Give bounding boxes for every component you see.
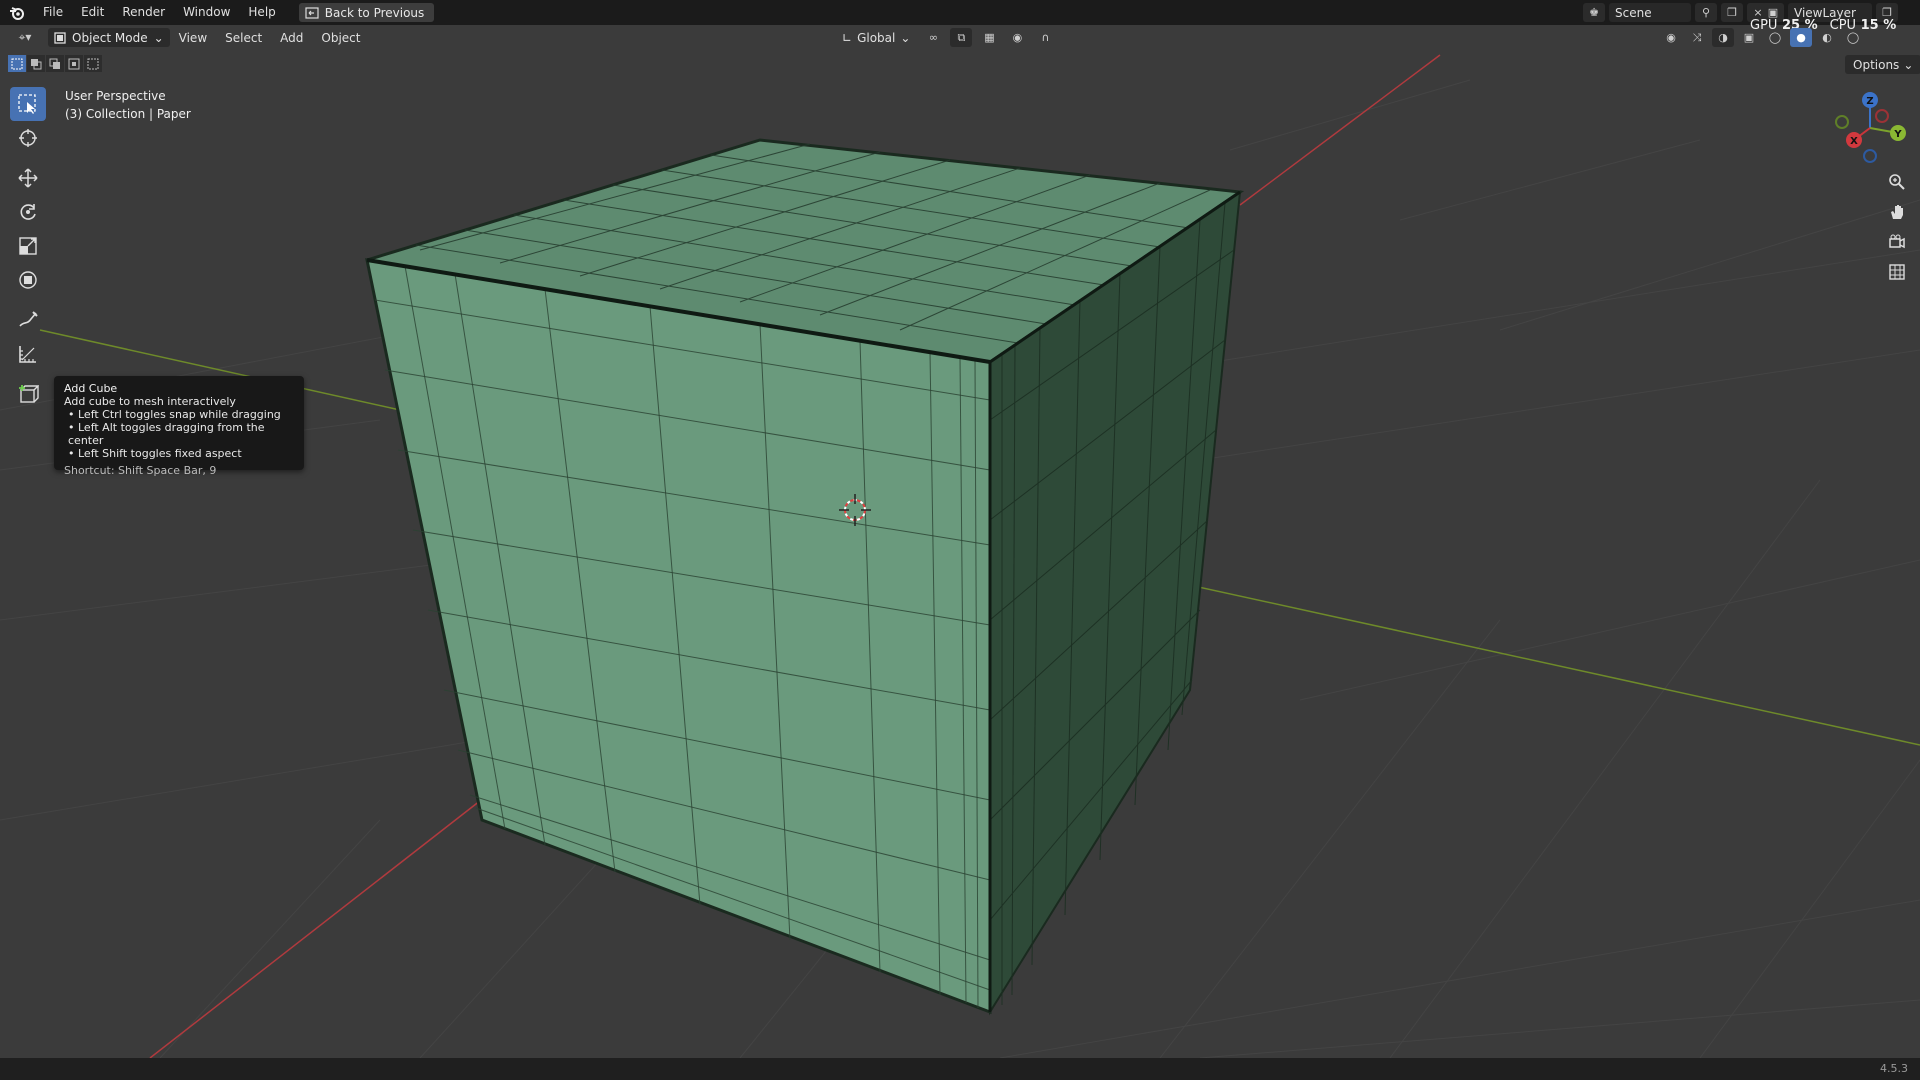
transform-orientation-select[interactable]: ∟ Global ⌄ — [836, 28, 916, 47]
menu-view[interactable]: View — [170, 31, 216, 45]
scale-icon — [19, 237, 37, 255]
falloff-icon[interactable]: ∩ — [1034, 28, 1056, 47]
proportional-edit-icon[interactable]: ◉ — [1006, 28, 1028, 47]
annotate-tool[interactable] — [10, 303, 46, 337]
tooltip-title: Add Cube — [64, 382, 118, 395]
z-axis-label: Z — [1866, 96, 1873, 107]
measure-tool[interactable] — [10, 337, 46, 371]
y-axis-label: Y — [1893, 129, 1902, 140]
perspective-label: User Perspective — [65, 89, 166, 103]
add-cube-tool[interactable] — [10, 377, 46, 411]
select-subtract-icon[interactable] — [46, 55, 64, 72]
visibility-icon[interactable]: ◉ — [1660, 28, 1682, 47]
rotate-tool[interactable] — [10, 195, 46, 229]
chevron-down-icon: ⌄ — [1903, 57, 1914, 72]
rotate-icon — [20, 204, 36, 220]
zoom-icon[interactable] — [1882, 170, 1912, 194]
mode-selector[interactable]: Object Mode ⌄ — [48, 28, 170, 47]
select-box-tool[interactable] — [10, 87, 46, 121]
menu-select[interactable]: Select — [216, 31, 271, 45]
tool-shelf — [10, 87, 46, 411]
navigation-tools — [1882, 170, 1912, 284]
menu-window[interactable]: Window — [174, 0, 239, 25]
neg-z-axis-handle[interactable] — [1863, 149, 1877, 163]
menu-add[interactable]: Add — [271, 31, 312, 45]
x-axis-label: X — [1850, 136, 1858, 147]
menu-render[interactable]: Render — [113, 0, 174, 25]
tooltip-item: • Left Shift toggles fixed aspect — [68, 447, 242, 460]
status-bar: 4.5.3 — [0, 1058, 1920, 1080]
scale-tool[interactable] — [10, 229, 46, 263]
overlays-icon[interactable]: ◑ — [1712, 28, 1734, 47]
select-extend-icon[interactable] — [27, 55, 45, 72]
chevron-down-icon: ⌄ — [153, 30, 164, 45]
viewport-header: ⌖▾ Object Mode ⌄ View Select Add Object … — [0, 25, 1920, 50]
chevron-down-icon: ⌄ — [900, 30, 911, 45]
select-box-icon — [18, 94, 36, 114]
cursor-icon — [19, 129, 37, 147]
transform-tool[interactable] — [10, 263, 46, 297]
gizmo-toggle-icon[interactable]: ⤨ — [1686, 28, 1708, 47]
version-label: 4.5.3 — [1880, 1062, 1908, 1075]
ortho-grid-icon[interactable] — [1882, 260, 1912, 284]
select-invert-icon[interactable] — [65, 55, 83, 72]
orientation-icon: ∟ — [842, 30, 853, 45]
blender-logo-icon[interactable] — [0, 6, 34, 20]
back-icon — [305, 6, 319, 19]
collection-label: (3) Collection | Paper — [65, 107, 191, 121]
neg-y-axis-handle[interactable] — [1835, 115, 1849, 129]
scene-name-field[interactable]: Scene — [1609, 3, 1691, 22]
camera-view-icon[interactable] — [1882, 230, 1912, 254]
scene-icon[interactable]: ♚ — [1583, 3, 1605, 22]
transform-tools: ∟ Global ⌄ ∞ ⧉ ▦ ◉ ∩ — [836, 28, 1056, 47]
pan-hand-icon[interactable] — [1882, 200, 1912, 224]
measure-icon — [19, 346, 36, 363]
viewport-3d[interactable] — [0, 0, 1920, 1058]
tooltip-item: • Left Alt toggles dragging from the cen… — [68, 421, 265, 447]
cursor-tool[interactable] — [10, 121, 46, 155]
menu-object[interactable]: Object — [312, 31, 369, 45]
material-shading-icon[interactable]: ◐ — [1816, 28, 1838, 47]
editor-type-icon[interactable]: ⌖▾ — [10, 28, 40, 47]
pin-icon[interactable]: ⚲ — [1695, 3, 1717, 22]
solid-shading-icon[interactable]: ● — [1790, 28, 1812, 47]
move-tool[interactable] — [10, 161, 46, 195]
navigation-gizmo[interactable]: Z Y X — [1830, 88, 1910, 168]
select-intersect-icon[interactable] — [84, 55, 102, 72]
options-label: Options — [1853, 57, 1900, 72]
neg-x-axis-handle[interactable] — [1875, 109, 1889, 123]
tooltip-shortcut: Shortcut: Shift Space Bar, 9 — [64, 464, 217, 477]
tooltip-item: • Left Ctrl toggles snap while dragging — [68, 408, 281, 421]
snap-target-icon[interactable]: ▦ — [978, 28, 1000, 47]
top-menu-bar: File Edit Render Window Help Back to Pre… — [0, 0, 1920, 33]
wireframe-shading-icon[interactable]: ◯ — [1764, 28, 1786, 47]
add-cube-icon — [19, 385, 39, 403]
scene-selector: ♚ Scene ⚲ ❐ × — [1583, 3, 1769, 22]
new-scene-icon[interactable]: ❐ — [1721, 3, 1743, 22]
snap-toggle-icon[interactable]: ⧉ — [950, 28, 973, 47]
pivot-point-icon[interactable]: ∞ — [922, 28, 944, 47]
select-new-icon[interactable] — [8, 55, 26, 72]
menu-help[interactable]: Help — [239, 0, 284, 25]
xray-icon[interactable]: ▣ — [1738, 28, 1760, 47]
viewport-display-tools: ◉ ⤨ ◑ ▣ ◯ ● ◐ ◯ — [1660, 28, 1864, 47]
annotate-icon — [19, 311, 38, 327]
tooltip-description: Add cube to mesh interactively — [64, 395, 236, 408]
selection-mode-group — [8, 55, 102, 72]
back-to-previous-button[interactable]: Back to Previous — [298, 3, 435, 22]
add-cube-tooltip: Add Cube Add cube to mesh interactively … — [54, 376, 304, 477]
viewport-info: User Perspective (3) Collection | Paper — [65, 87, 191, 123]
object-mode-icon — [54, 31, 66, 44]
transform-orientation-label: Global — [857, 30, 896, 45]
options-dropdown[interactable]: Options ⌄ — [1845, 55, 1920, 74]
move-icon — [18, 168, 38, 188]
menu-file[interactable]: File — [34, 0, 72, 25]
rendered-shading-icon[interactable]: ◯ — [1842, 28, 1864, 47]
back-to-previous-label: Back to Previous — [324, 5, 425, 20]
transform-icon — [19, 271, 37, 289]
mode-label: Object Mode — [72, 30, 148, 45]
menu-edit[interactable]: Edit — [72, 0, 113, 25]
